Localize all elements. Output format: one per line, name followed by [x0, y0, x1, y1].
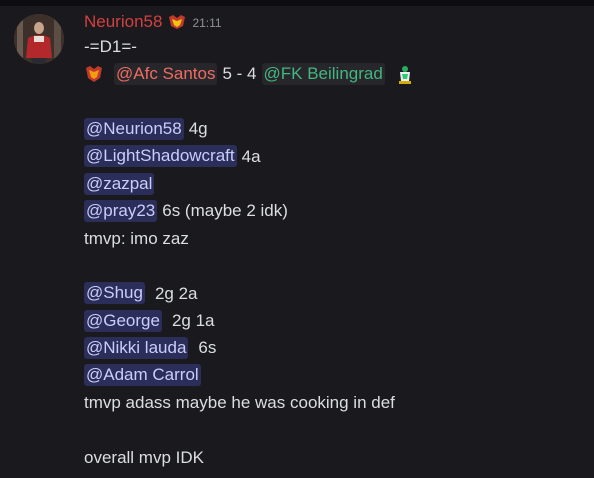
score: 5 - 4 — [222, 64, 257, 84]
message-line: tmvp adass maybe he was cooking in def — [84, 389, 584, 416]
chat-message: Neurion58 21:11 -=D1=- @Afc Santos 5 - 4… — [0, 6, 594, 478]
avatar[interactable] — [14, 14, 64, 64]
match-result-line: @Afc Santos 5 - 4 @FK Beilingrad — [84, 60, 584, 87]
stat-line: @Nikki lauda 6s — [84, 334, 584, 361]
stat-text: 2g 1a — [171, 310, 215, 330]
message-line: tmvp: imo zaz — [84, 225, 584, 252]
stat-text: 4g — [188, 119, 208, 139]
mention-george[interactable]: @George — [84, 309, 162, 332]
stat-line: @LightShadowcraft 4a — [84, 143, 584, 170]
mention-lightshadowcraft[interactable]: @LightShadowcraft — [84, 145, 237, 168]
stat-text: 6s (maybe 2 idk) — [162, 201, 288, 221]
stat-text: 4a — [241, 146, 261, 166]
stat-line: @Shug 2g 2a — [84, 280, 584, 307]
stat-line: @Neurion58 4g — [84, 115, 584, 142]
mention-afc-santos[interactable]: @Afc Santos — [114, 63, 218, 86]
mention-shug[interactable]: @Shug — [84, 282, 145, 305]
stat-line: @zazpal — [84, 170, 584, 197]
mention-pray23[interactable]: @pray23 — [84, 200, 158, 223]
mention-neurion58[interactable]: @Neurion58 — [84, 117, 184, 140]
message-line: overall mvp IDK — [84, 444, 584, 471]
message-line: -=D1=- — [84, 33, 584, 60]
stat-line: @George 2g 1a — [84, 307, 584, 334]
stat-text: 2g 2a — [154, 283, 198, 303]
stat-line: @pray23 6s (maybe 2 idk) — [84, 197, 584, 224]
mention-adam-carrol[interactable]: @Adam Carrol — [84, 364, 201, 387]
mention-fk-beilingrad[interactable]: @FK Beilingrad — [261, 63, 385, 86]
fk-beilingrad-crest-icon — [395, 64, 415, 85]
club-crest-icon — [168, 14, 186, 30]
overall-mvp-text: overall mvp IDK — [84, 447, 204, 467]
home-tmvp-text: tmvp: imo zaz — [84, 228, 189, 248]
afc-santos-crest-icon — [84, 64, 104, 84]
line-text: -=D1=- — [84, 37, 137, 56]
mention-nikki-lauda[interactable]: @Nikki lauda — [84, 336, 189, 359]
author-name[interactable]: Neurion58 — [84, 12, 162, 32]
timestamp: 21:11 — [192, 16, 222, 30]
message-header: Neurion58 21:11 — [84, 11, 584, 33]
stat-line: @Adam Carrol — [84, 362, 584, 389]
mention-zazpal[interactable]: @zazpal — [84, 172, 155, 195]
stat-text: 6s — [198, 338, 217, 358]
away-tmvp-text: tmvp adass maybe he was cooking in def — [84, 393, 395, 413]
